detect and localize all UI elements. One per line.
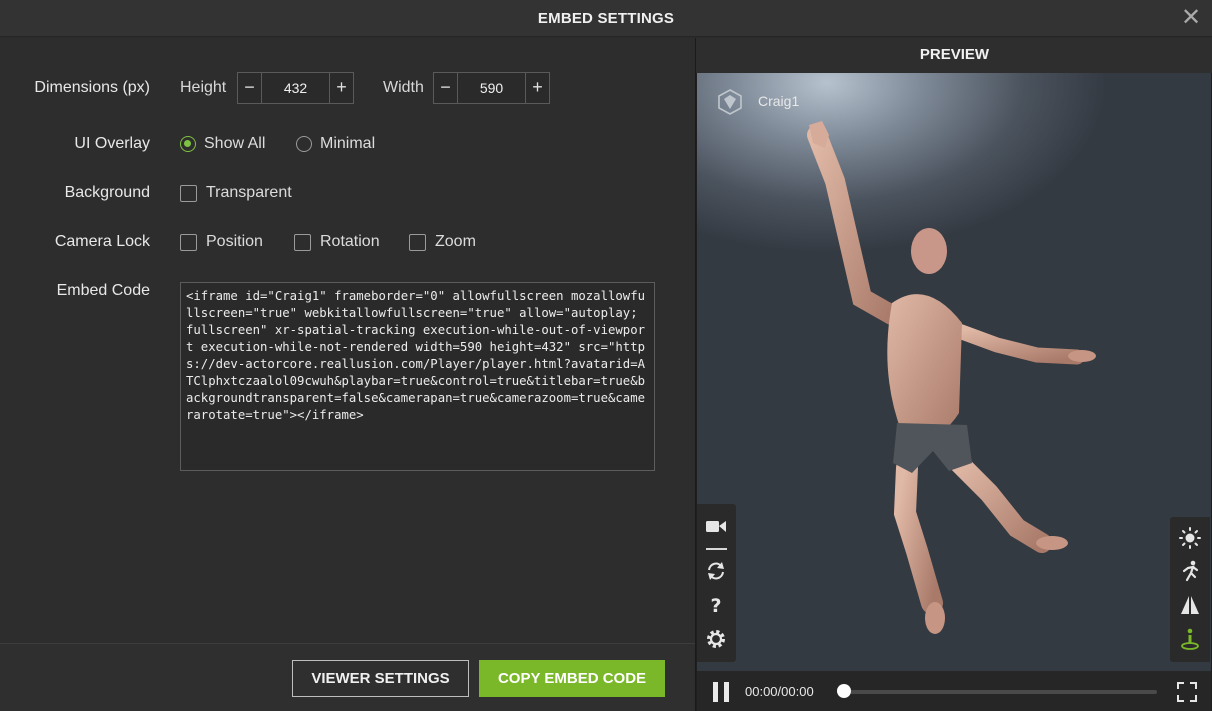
height-input[interactable]: 432 bbox=[262, 73, 329, 103]
checkbox-icon bbox=[180, 233, 197, 251]
checkbox-rotation[interactable]: Rotation bbox=[294, 233, 380, 251]
checkbox-transparent[interactable]: Transparent bbox=[180, 184, 292, 202]
embed-code-textarea[interactable]: <iframe id="Craig1" frameborder="0" allo… bbox=[180, 282, 655, 471]
dimensions-label: Dimensions (px) bbox=[34, 79, 150, 96]
viewer-settings-button[interactable]: VIEWER SETTINGS bbox=[292, 660, 469, 697]
pause-icon[interactable] bbox=[711, 682, 731, 702]
rotate-icon[interactable] bbox=[704, 559, 728, 583]
svg-text:?: ? bbox=[710, 595, 721, 617]
viewport-left-toolbar: ? bbox=[697, 504, 736, 662]
settings-icon[interactable] bbox=[704, 627, 728, 651]
copy-embed-code-button[interactable]: COPY EMBED CODE bbox=[479, 660, 665, 697]
help-icon[interactable]: ? bbox=[704, 593, 728, 617]
height-stepper[interactable]: − 432 + bbox=[237, 72, 354, 104]
3d-viewport[interactable]: Craig1 bbox=[697, 73, 1211, 671]
ground-icon[interactable] bbox=[1178, 627, 1202, 651]
preview-title: PREVIEW bbox=[696, 38, 1212, 73]
action-bar: VIEWER SETTINGS COPY EMBED CODE bbox=[0, 643, 695, 711]
checkbox-icon bbox=[294, 233, 311, 251]
fullscreen-icon[interactable] bbox=[1176, 681, 1198, 703]
progress-knob[interactable] bbox=[837, 684, 851, 698]
progress-track[interactable] bbox=[839, 690, 1157, 694]
width-label: Width bbox=[383, 79, 424, 96]
ui-overlay-label: UI Overlay bbox=[74, 135, 150, 152]
settings-panel: Dimensions (px) Height − 432 + Width − 5… bbox=[0, 38, 695, 711]
radio-unselected-icon bbox=[296, 136, 312, 152]
time-display: 00:00/00:00 bbox=[745, 684, 814, 699]
radio-minimal[interactable]: Minimal bbox=[296, 135, 375, 153]
dialog-title: EMBED SETTINGS bbox=[537, 10, 675, 27]
width-input[interactable]: 590 bbox=[458, 73, 525, 103]
checkbox-icon bbox=[180, 184, 197, 202]
embed-code-label: Embed Code bbox=[56, 282, 150, 299]
radio-show-all[interactable]: Show All bbox=[180, 135, 265, 153]
width-decrement-button[interactable]: − bbox=[434, 73, 458, 103]
height-increment-button[interactable]: + bbox=[329, 73, 353, 103]
width-stepper[interactable]: − 590 + bbox=[433, 72, 550, 104]
background-label: Background bbox=[64, 184, 150, 201]
checkbox-position[interactable]: Position bbox=[180, 233, 263, 251]
playback-bar: 00:00/00:00 bbox=[697, 671, 1211, 711]
preview-panel: PREVIEW Craig1 ? 00:00/00:00 bbox=[695, 38, 1212, 711]
character-model bbox=[807, 121, 1096, 634]
title-bar: EMBED SETTINGS ✕ bbox=[0, 0, 1212, 37]
motion-icon[interactable] bbox=[1178, 559, 1202, 583]
close-icon[interactable]: ✕ bbox=[1180, 6, 1202, 30]
checkbox-zoom[interactable]: Zoom bbox=[409, 233, 476, 251]
camera-icon[interactable] bbox=[704, 514, 728, 538]
height-label: Height bbox=[180, 79, 227, 96]
viewport-right-toolbar bbox=[1170, 517, 1210, 662]
light-icon[interactable] bbox=[1178, 526, 1202, 550]
height-decrement-button[interactable]: − bbox=[238, 73, 262, 103]
width-increment-button[interactable]: + bbox=[525, 73, 549, 103]
toolbar-divider bbox=[706, 548, 727, 550]
radio-selected-icon bbox=[180, 136, 196, 152]
camera-lock-label: Camera Lock bbox=[54, 233, 150, 250]
mirror-icon[interactable] bbox=[1178, 593, 1202, 617]
checkbox-icon bbox=[409, 233, 426, 251]
